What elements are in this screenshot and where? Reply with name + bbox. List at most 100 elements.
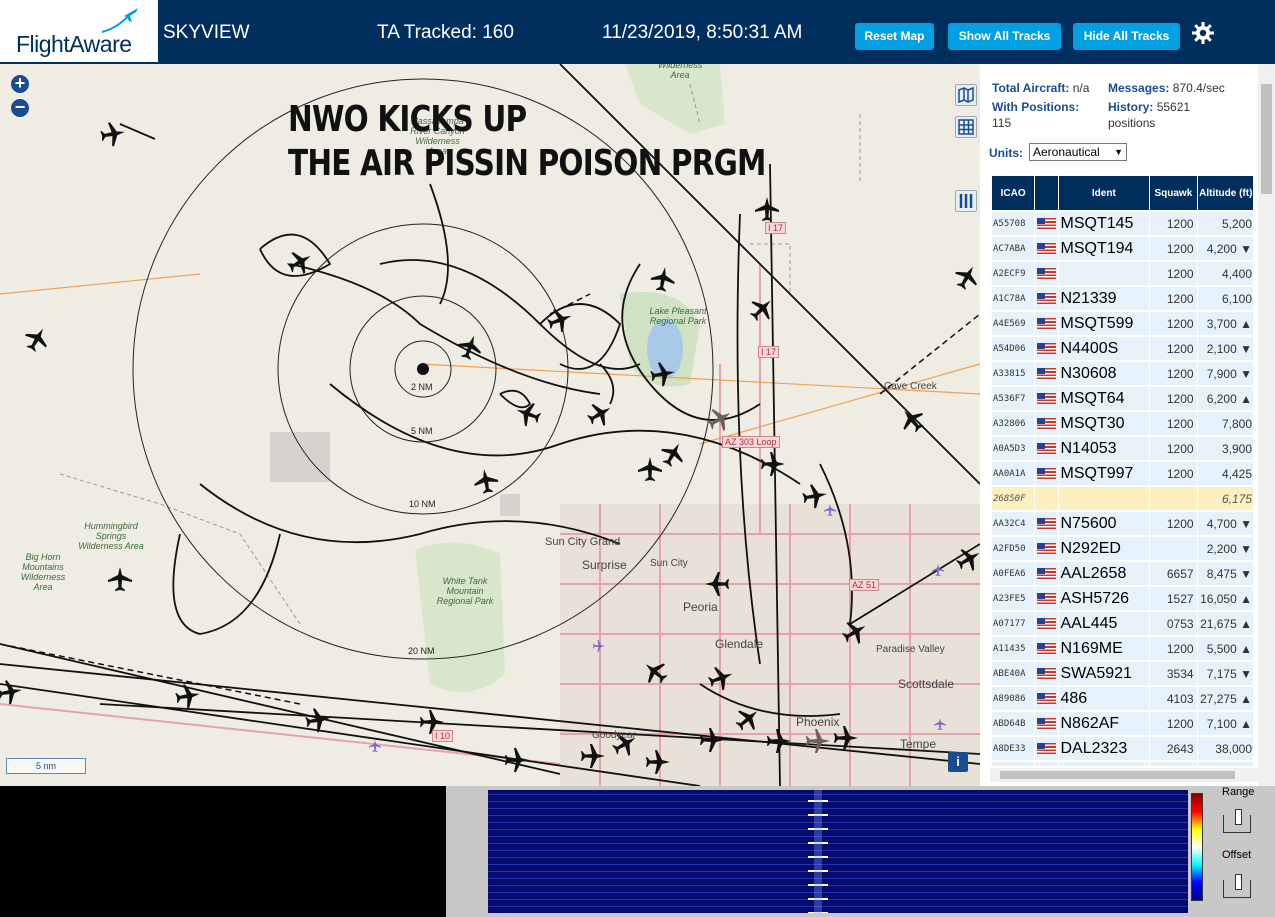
us-flag-icon bbox=[1037, 643, 1057, 655]
icao-cell: A54D06 bbox=[992, 337, 1035, 360]
flag-cell bbox=[1035, 537, 1058, 560]
table-row[interactable]: A54D06 N4400S 1200 2,100 ▼ bbox=[992, 337, 1253, 360]
offset-slider[interactable] bbox=[1223, 874, 1251, 898]
range-ring-label: 5 NM bbox=[411, 426, 433, 436]
range-ring-label: 10 NM bbox=[409, 499, 436, 509]
altitude-cell: 900 ▼ bbox=[1197, 762, 1253, 766]
icao-cell: A23FE5 bbox=[992, 587, 1035, 610]
squawk-cell: 1200 bbox=[1150, 412, 1197, 435]
ident-cell: DAL2323 bbox=[1058, 737, 1150, 760]
altitude-cell: 21,675 ▲ bbox=[1197, 612, 1253, 635]
ident-cell: N21339 bbox=[1058, 287, 1150, 310]
squawk-cell: 1200 bbox=[1150, 437, 1197, 460]
table-row[interactable]: A07177 AAL445 0753 21,675 ▲ bbox=[992, 612, 1253, 635]
columns-toggle-button[interactable] bbox=[955, 190, 977, 212]
ident-cell: 486 bbox=[1058, 687, 1150, 710]
column-header-squawk[interactable]: Squawk bbox=[1150, 176, 1197, 210]
table-row[interactable]: A2ECF9 1200 4,400 bbox=[992, 262, 1253, 285]
table-row[interactable]: ABD64B N862AF 1200 7,100 ▲ bbox=[992, 712, 1253, 735]
table-header-row: ICAO Ident Squawk Altitude (ft) bbox=[992, 176, 1253, 210]
place-label: Peoria bbox=[683, 600, 718, 614]
column-header-icao[interactable]: ICAO bbox=[992, 176, 1035, 210]
column-header-ident[interactable]: Ident bbox=[1058, 176, 1150, 210]
table-row[interactable]: A8DE33 DAL2323 2643 38,000 bbox=[992, 737, 1253, 760]
table-row[interactable]: A11435 N169ME 1200 5,500 ▲ bbox=[992, 637, 1253, 660]
zoom-in-button[interactable]: + bbox=[11, 74, 29, 93]
table-row[interactable]: AD466F N9544H 900 ▼ bbox=[992, 762, 1253, 766]
us-flag-icon bbox=[1037, 743, 1057, 755]
map-layers-button[interactable] bbox=[955, 84, 977, 106]
dropdown-arrow-icon: ▼ bbox=[1114, 147, 1123, 157]
column-header-flag[interactable] bbox=[1035, 176, 1058, 210]
vertical-scrollbar[interactable] bbox=[1258, 64, 1275, 786]
table-row[interactable]: A32806 MSQT30 1200 7,800 bbox=[992, 412, 1253, 435]
squawk-cell: 2643 bbox=[1150, 737, 1197, 760]
table-row[interactable]: A4E569 MSQT599 1200 3,700 ▲ bbox=[992, 312, 1253, 335]
icao-cell: AA0A1A bbox=[992, 462, 1035, 485]
icao-cell: ABE40A bbox=[992, 662, 1035, 685]
squawk-cell: 1200 bbox=[1150, 637, 1197, 660]
table-row[interactable]: A55708 MSQT145 1200 5,200 bbox=[992, 212, 1253, 235]
icao-cell: A0FEA6 bbox=[992, 562, 1035, 585]
altitude-cell: 3,900 bbox=[1197, 437, 1253, 460]
table-row[interactable]: A536F7 MSQT64 1200 6,200 ▲ bbox=[992, 387, 1253, 410]
map-view[interactable]: Sun City Grand Surprise Sun City Peoria … bbox=[0, 64, 980, 786]
table-row[interactable]: A1C78A N21339 1200 6,100 bbox=[992, 287, 1253, 310]
flag-cell bbox=[1035, 262, 1058, 285]
squawk-cell: 1200 bbox=[1150, 237, 1197, 260]
grid-toggle-button[interactable] bbox=[955, 116, 977, 138]
column-header-altitude[interactable]: Altitude (ft) bbox=[1197, 176, 1253, 210]
scrollbar-thumb[interactable] bbox=[1000, 771, 1235, 779]
icao-cell: AA32C4 bbox=[992, 512, 1035, 535]
park-label: Big Horn Mountains Wilderness Area bbox=[20, 552, 66, 592]
flightaware-logo[interactable]: FlightAware bbox=[0, 0, 158, 64]
table-row[interactable]: ABE40A SWA5921 3534 7,175 ▼ bbox=[992, 662, 1253, 685]
icao-cell: A0A5D3 bbox=[992, 437, 1035, 460]
us-flag-icon bbox=[1037, 318, 1057, 330]
spectrum-waterfall bbox=[488, 790, 1188, 913]
flag-cell bbox=[1035, 687, 1058, 710]
icao-cell: A89086 bbox=[992, 687, 1035, 710]
flag-cell bbox=[1035, 587, 1058, 610]
table-row[interactable]: A33815 N30608 1200 7,900 ▼ bbox=[992, 362, 1253, 385]
aircraft-table-container[interactable]: ICAO Ident Squawk Altitude (ft) A55708 MS… bbox=[991, 174, 1253, 766]
ident-cell bbox=[1058, 487, 1150, 510]
flag-cell bbox=[1035, 612, 1058, 635]
table-row[interactable]: A23FE5 ASH5726 1527 16,050 ▲ bbox=[992, 587, 1253, 610]
altitude-cell: 4,200 ▼ bbox=[1197, 237, 1253, 260]
messages-rate: Messages: 870.4/sec bbox=[1108, 80, 1225, 96]
table-row[interactable]: AC7ABA MSQT194 1200 4,200 ▼ bbox=[992, 237, 1253, 260]
park-label: Hummingbird Springs Wilderness Area bbox=[78, 521, 144, 551]
table-row[interactable]: AA0A1A MSQT997 1200 4,425 bbox=[992, 462, 1253, 485]
table-row[interactable]: A2FD50 N292ED 2,200 ▼ bbox=[992, 537, 1253, 560]
zoom-out-button[interactable]: − bbox=[11, 98, 29, 117]
place-label: Cave Creek bbox=[884, 381, 937, 392]
units-label: Units: bbox=[989, 146, 1023, 160]
table-row[interactable]: A0A5D3 N14053 1200 3,900 bbox=[992, 437, 1253, 460]
scrollbar-thumb[interactable] bbox=[1261, 84, 1272, 194]
route-shield: AZ 51 bbox=[849, 579, 880, 591]
reset-map-button[interactable]: Reset Map bbox=[855, 23, 934, 50]
icao-cell: A4E569 bbox=[992, 312, 1035, 335]
range-slider[interactable] bbox=[1223, 809, 1251, 833]
table-row[interactable]: AA32C4 N75600 1200 4,700 ▼ bbox=[992, 512, 1253, 535]
ident-cell: N14053 bbox=[1058, 437, 1150, 460]
gear-icon[interactable] bbox=[1191, 21, 1215, 45]
altitude-cell: 27,275 ▲ bbox=[1197, 687, 1253, 710]
us-flag-icon bbox=[1037, 218, 1057, 230]
grid-icon bbox=[958, 119, 974, 135]
flag-cell bbox=[1035, 412, 1058, 435]
squawk-cell bbox=[1150, 487, 1197, 510]
table-row[interactable]: A0FEA6 AAL2658 6657 8,475 ▼ bbox=[992, 562, 1253, 585]
table-row[interactable]: 26850F 6,175 bbox=[992, 487, 1253, 510]
park-label: White Tank Mountain Regional Park bbox=[436, 576, 494, 606]
units-select[interactable]: Aeronautical ▼ bbox=[1029, 143, 1127, 161]
show-all-tracks-button[interactable]: Show All Tracks bbox=[948, 23, 1061, 50]
table-row[interactable]: A89086 486 4103 27,275 ▲ bbox=[992, 687, 1253, 710]
squawk-cell: 1200 bbox=[1150, 262, 1197, 285]
place-label: Surprise bbox=[582, 558, 627, 572]
horizontal-scrollbar[interactable] bbox=[990, 768, 1258, 782]
hide-all-tracks-button[interactable]: Hide All Tracks bbox=[1073, 23, 1180, 50]
info-button[interactable]: i bbox=[948, 752, 968, 772]
us-flag-icon bbox=[1037, 443, 1057, 455]
